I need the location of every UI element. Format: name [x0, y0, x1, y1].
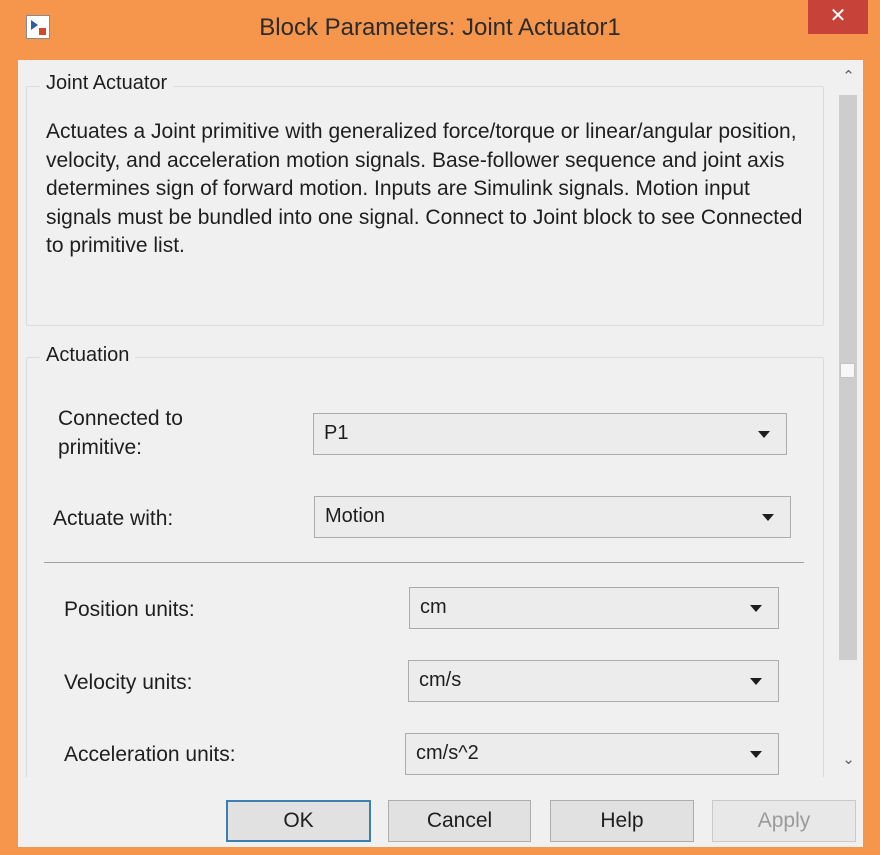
title-bar[interactable]: Block Parameters: Joint Actuator1 ✕	[0, 0, 880, 60]
actuate-with-value: Motion	[325, 505, 386, 527]
actuate-with-dropdown[interactable]: Motion	[314, 496, 791, 538]
chevron-down-icon	[750, 751, 762, 758]
help-button[interactable]: Help	[550, 800, 694, 842]
connected-to-primitive-value: P1	[324, 422, 349, 444]
connected-to-primitive-label-line2: primitive:	[58, 436, 143, 459]
chevron-down-icon	[750, 605, 762, 612]
dialog-client-area: Joint Actuator Actuates a Joint primitiv…	[18, 60, 863, 847]
block-description: Actuates a Joint primitive with generali…	[46, 120, 803, 257]
scrollbar-grip[interactable]	[840, 363, 855, 378]
connected-to-primitive-label: Connected to primitive:	[58, 404, 183, 462]
velocity-units-value: cm/s	[419, 669, 462, 691]
position-units-label: Position units:	[64, 598, 195, 621]
actuation-group-legend: Actuation	[40, 344, 136, 367]
velocity-units-label: Velocity units:	[64, 671, 193, 694]
chevron-down-icon	[758, 431, 770, 438]
description-group-legend: Joint Actuator	[40, 72, 174, 95]
apply-button[interactable]: Apply	[712, 800, 856, 842]
acceleration-units-value: cm/s^2	[416, 742, 479, 764]
acceleration-units-label: Acceleration units:	[64, 743, 236, 766]
close-button[interactable]: ✕	[808, 0, 868, 34]
scroll-down-icon[interactable]: ⌄	[840, 751, 857, 768]
ok-button[interactable]: OK	[226, 800, 371, 842]
velocity-units-dropdown[interactable]: cm/s	[408, 660, 779, 702]
connected-to-primitive-dropdown[interactable]: P1	[313, 413, 787, 455]
actuate-with-label: Actuate with:	[53, 507, 174, 530]
connected-to-primitive-label-line1: Connected to	[58, 407, 183, 430]
scroll-up-icon[interactable]: ⌃	[840, 68, 857, 85]
dialog-window: Block Parameters: Joint Actuator1 ✕ Join…	[0, 0, 880, 855]
acceleration-units-dropdown[interactable]: cm/s^2	[405, 733, 779, 775]
chevron-down-icon	[762, 514, 774, 521]
chevron-down-icon	[750, 678, 762, 685]
position-units-dropdown[interactable]: cm	[409, 587, 779, 629]
cancel-button[interactable]: Cancel	[388, 800, 531, 842]
window-title: Block Parameters: Joint Actuator1	[259, 14, 621, 41]
parameters-scroll-area: Joint Actuator Actuates a Joint primitiv…	[18, 60, 834, 777]
close-icon: ✕	[829, 5, 847, 27]
position-units-value: cm	[420, 596, 447, 618]
vertical-scrollbar[interactable]: ⌃ ⌄	[834, 60, 863, 777]
section-divider	[44, 562, 804, 563]
